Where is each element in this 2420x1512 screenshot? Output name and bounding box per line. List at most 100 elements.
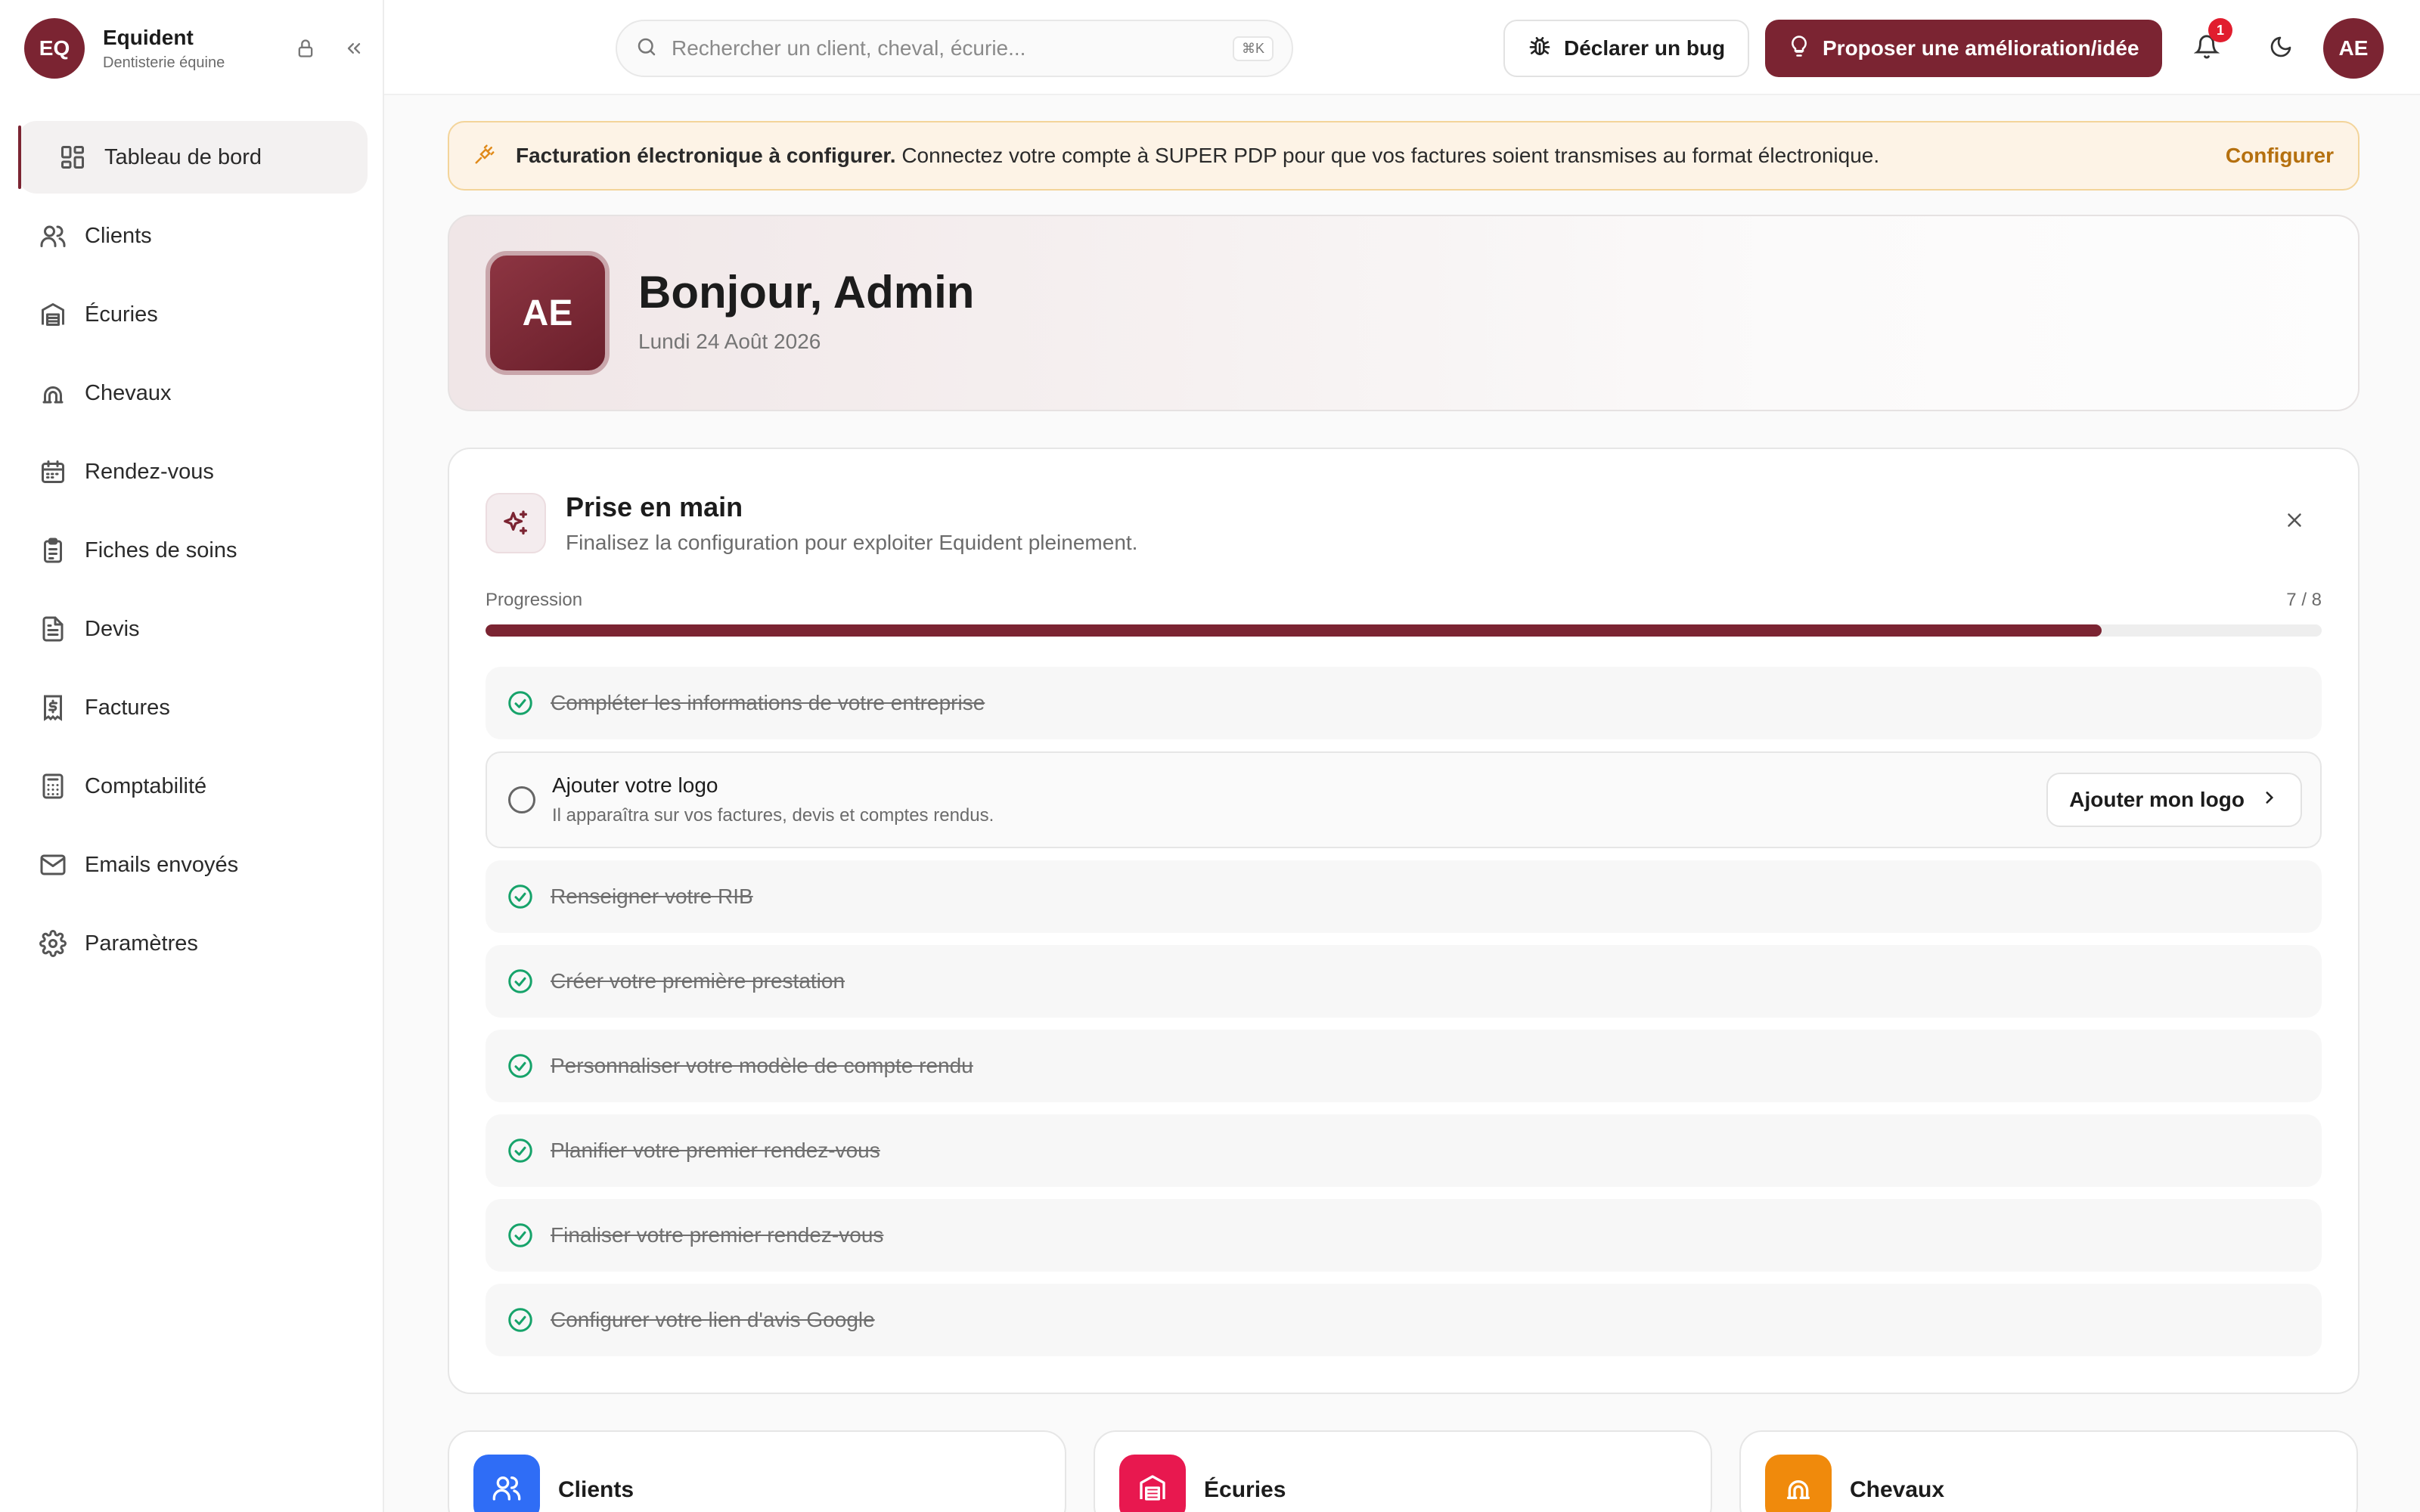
dashboard-icon [56, 141, 89, 174]
checklist-item-label: Planifier votre premier rendez-vous [551, 1139, 880, 1162]
gear-icon [36, 927, 70, 960]
calculator-icon [36, 770, 70, 803]
users-icon [36, 219, 70, 253]
checklist-item: Personnaliser votre modèle de compte ren… [486, 1030, 2322, 1102]
warehouse-icon [1119, 1455, 1186, 1512]
theme-toggle[interactable] [2263, 30, 2299, 67]
sidebar-item-comptabilite[interactable]: Comptabilité [18, 750, 368, 823]
check-circle-icon [505, 1051, 535, 1081]
greeting-card: AE Bonjour, Admin Lundi 24 Août 2026 [448, 215, 2360, 411]
top-bar: ⌘K Déclarer un bug Proposer une améliora… [384, 0, 2420, 95]
checklist-item-label: Créer votre première prestation [551, 969, 845, 993]
brand-logo: EQ [24, 18, 85, 79]
progress-bar [486, 624, 2322, 637]
check-circle-icon [505, 881, 535, 912]
check-circle-icon [505, 1220, 535, 1250]
stat-card-label: Écuries [1204, 1477, 1286, 1502]
suggest-idea-label: Proposer une amélioration/idée [1823, 36, 2139, 60]
checklist-item: Configurer votre lien d'avis Google [486, 1284, 2322, 1356]
stat-card-chevaux[interactable]: Chevaux [1739, 1430, 2358, 1512]
add-logo-button[interactable]: Ajouter mon logo [2046, 773, 2302, 827]
sidebar-item-factures[interactable]: Factures [18, 671, 368, 744]
checklist-item: Renseigner votre RIB [486, 860, 2322, 933]
search-bar[interactable]: ⌘K [616, 20, 1293, 77]
sidebar-item-label: Comptabilité [85, 773, 207, 798]
onboarding-subtitle: Finalisez la configuration pour exploite… [566, 531, 1138, 554]
checklist-item: Finaliser votre premier rendez-vous [486, 1199, 2322, 1272]
add-logo-label: Ajouter mon logo [2069, 788, 2245, 811]
onboarding-title: Prise en main [566, 491, 743, 522]
onboarding-steps: Compléter les informations de votre entr… [486, 667, 2322, 1368]
brand-subtitle: Dentisterie équine [103, 54, 225, 71]
sidebar-item-label: Devis [85, 616, 140, 641]
invoice-dollar-icon [36, 691, 70, 724]
checklist-item-label: Ajouter votre logo [552, 773, 718, 797]
progress-label: Progression [486, 590, 583, 610]
sidebar-item-clients[interactable]: Clients [18, 200, 368, 272]
bug-icon [1528, 34, 1552, 64]
sidebar-item-label: Chevaux [85, 380, 172, 405]
banner-title: Facturation électronique à configurer. [516, 144, 896, 167]
close-icon[interactable] [2276, 502, 2313, 538]
calendar-icon [36, 455, 70, 488]
chevron-right-icon [2260, 788, 2279, 813]
banner-body: Connectez votre compte à SUPER PDP pour … [901, 144, 1880, 167]
checklist-item-label: Finaliser votre premier rendez-vous [551, 1223, 884, 1247]
mail-icon [36, 848, 70, 881]
users-icon [473, 1455, 540, 1512]
check-circle-icon [505, 1136, 535, 1166]
user-avatar[interactable]: AE [2323, 18, 2384, 79]
sidebar-item-parametres[interactable]: Paramètres [18, 907, 368, 980]
clipboard-icon [36, 534, 70, 567]
notifications-button[interactable]: 1 [2189, 18, 2232, 67]
sidebar-item-dashboard[interactable]: Tableau de bord [18, 121, 368, 194]
progress-bar-fill [486, 624, 2102, 637]
file-text-icon [36, 612, 70, 646]
sidebar-item-chevaux[interactable]: Chevaux [18, 357, 368, 429]
sidebar-item-label: Fiches de soins [85, 538, 237, 562]
moon-icon [2269, 35, 2293, 63]
collapse-sidebar-icon[interactable] [339, 33, 369, 64]
sidebar-item-ecuries[interactable]: Écuries [18, 278, 368, 351]
sidebar-item-emails[interactable]: Emails envoyés [18, 829, 368, 901]
sidebar-item-label: Factures [85, 695, 170, 720]
greeting-date: Lundi 24 Août 2026 [638, 330, 821, 353]
empty-circle-icon [507, 785, 537, 815]
horseshoe-icon [36, 376, 70, 410]
checklist-item-description: Il apparaîtra sur vos factures, devis et… [552, 805, 994, 826]
hero-avatar: AE [486, 251, 610, 375]
configure-link[interactable]: Configurer [2226, 144, 2334, 168]
lightbulb-icon [1788, 35, 1810, 63]
stat-card-label: Clients [558, 1477, 634, 1502]
checklist-item-open: Ajouter votre logo Il apparaîtra sur vos… [486, 751, 2322, 848]
greeting-title: Bonjour, Admin [638, 267, 975, 318]
sidebar-item-label: Écuries [85, 302, 158, 327]
stat-card-ecuries[interactable]: Écuries [1094, 1430, 1712, 1512]
search-icon [635, 36, 658, 62]
checklist-item-label: Configurer votre lien d'avis Google [551, 1308, 875, 1331]
brand-name: Equident [103, 25, 194, 49]
notification-badge: 1 [2208, 18, 2232, 42]
search-input[interactable] [672, 36, 1216, 60]
stat-card-label: Chevaux [1850, 1477, 1945, 1502]
checklist-item-label: Personnaliser votre modèle de compte ren… [551, 1054, 973, 1077]
search-shortcut: ⌘K [1232, 36, 1274, 61]
brand: EQ Equident Dentisterie équine [24, 18, 225, 79]
checklist-item-label: Renseigner votre RIB [551, 885, 753, 908]
check-circle-icon [505, 966, 535, 996]
stat-card-clients[interactable]: Clients [448, 1430, 1066, 1512]
stat-cards: Clients Écuries Chevaux [448, 1430, 2360, 1512]
checklist-item: Créer votre première prestation [486, 945, 2322, 1018]
checklist-item: Compléter les informations de votre entr… [486, 667, 2322, 739]
sidebar-item-rendez-vous[interactable]: Rendez-vous [18, 435, 368, 508]
sidebar-item-fiches-de-soins[interactable]: Fiches de soins [18, 514, 368, 587]
checklist-item: Planifier votre premier rendez-vous [486, 1114, 2322, 1187]
suggest-idea-button[interactable]: Proposer une amélioration/idée [1765, 20, 2162, 77]
lock-icon[interactable] [290, 33, 321, 64]
check-circle-icon [505, 688, 535, 718]
e-invoicing-banner: Facturation électronique à configurer. C… [448, 121, 2360, 191]
sidebar-nav: Tableau de bord Clients Écuries Chevaux … [18, 121, 368, 986]
sidebar-item-devis[interactable]: Devis [18, 593, 368, 665]
progress-count: 7 / 8 [2286, 590, 2322, 610]
report-bug-button[interactable]: Déclarer un bug [1503, 20, 1750, 77]
